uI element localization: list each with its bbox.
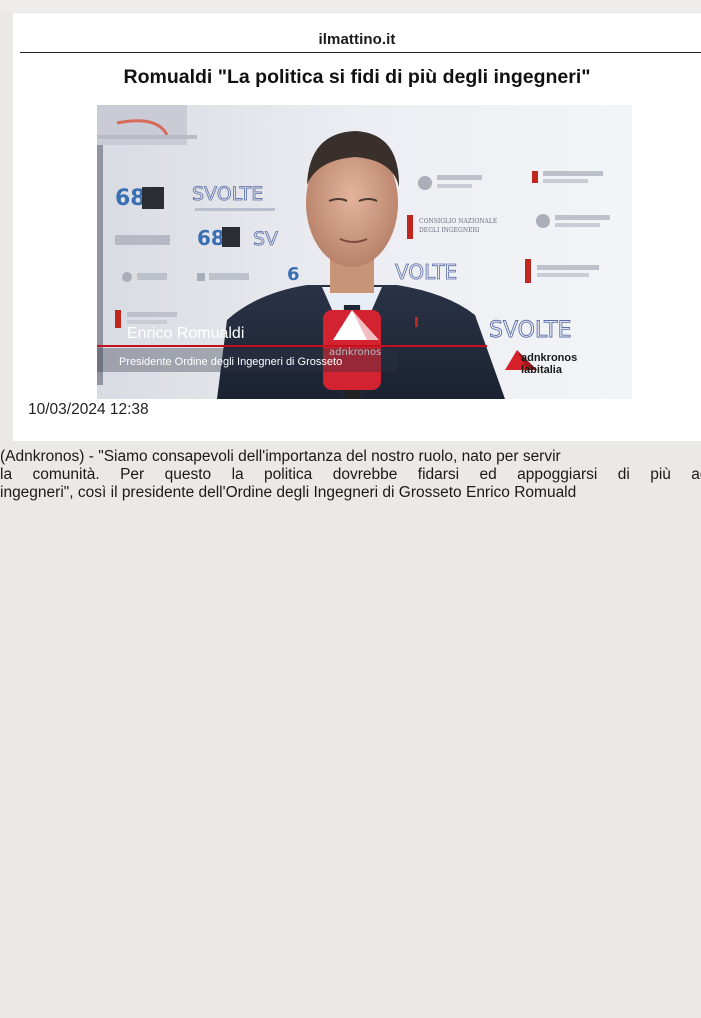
article-card: ilmattino.it Romualdi "La politica si fi… [13, 13, 701, 441]
article-body: (Adnkronos) - "Siamo consapevoli dell'im… [0, 448, 701, 502]
body-line-3: ingegneri", così il presidente dell'Ordi… [0, 484, 577, 501]
body-line-1: (Adnkronos) - "Siamo consapevoli dell'im… [0, 448, 561, 465]
site-name[interactable]: ilmattino.it [13, 31, 701, 48]
video-frame: 68 SVOLTE 68 SV 6 CONSIGLIO NAZIONALE DE… [97, 105, 632, 399]
backdrop-logo-68-b: 68 [197, 226, 225, 250]
svg-text:adnkronos: adnkronos [521, 352, 577, 364]
lower-third-rule [97, 345, 487, 347]
backdrop-ingegneri: DEGLI INGEGNERI [419, 227, 480, 234]
backdrop-svolte-4: SVOLTE [489, 318, 572, 343]
article-headline[interactable]: Romualdi "La politica si fidi di più deg… [13, 66, 701, 89]
body-line-2: la comunità. Per questo la politica dovr… [0, 466, 701, 483]
backdrop-logo-68: 68 [115, 186, 164, 211]
video-thumbnail[interactable]: 68 SVOLTE 68 SV 6 CONSIGLIO NAZIONALE DE… [97, 105, 632, 399]
backdrop-svolte-3: VOLTE [395, 260, 457, 284]
article-date: 10/03/2024 12:38 [28, 401, 149, 418]
speaker-title: Presidente Ordine degli Ingegneri di Gro… [119, 356, 342, 368]
backdrop-logo-68-c: 6 [287, 264, 300, 285]
site-divider [20, 52, 701, 53]
svg-text:68: 68 [115, 186, 146, 211]
backdrop-svolte-1: SVOLTE [192, 183, 263, 205]
backdrop-svolte-2: SV [253, 228, 278, 250]
backdrop-consiglio: CONSIGLIO NAZIONALE [419, 218, 497, 225]
speaker-name: Enrico Romualdi [127, 325, 244, 342]
top-gap [0, 0, 701, 12]
svg-text:labitalia: labitalia [521, 364, 563, 376]
